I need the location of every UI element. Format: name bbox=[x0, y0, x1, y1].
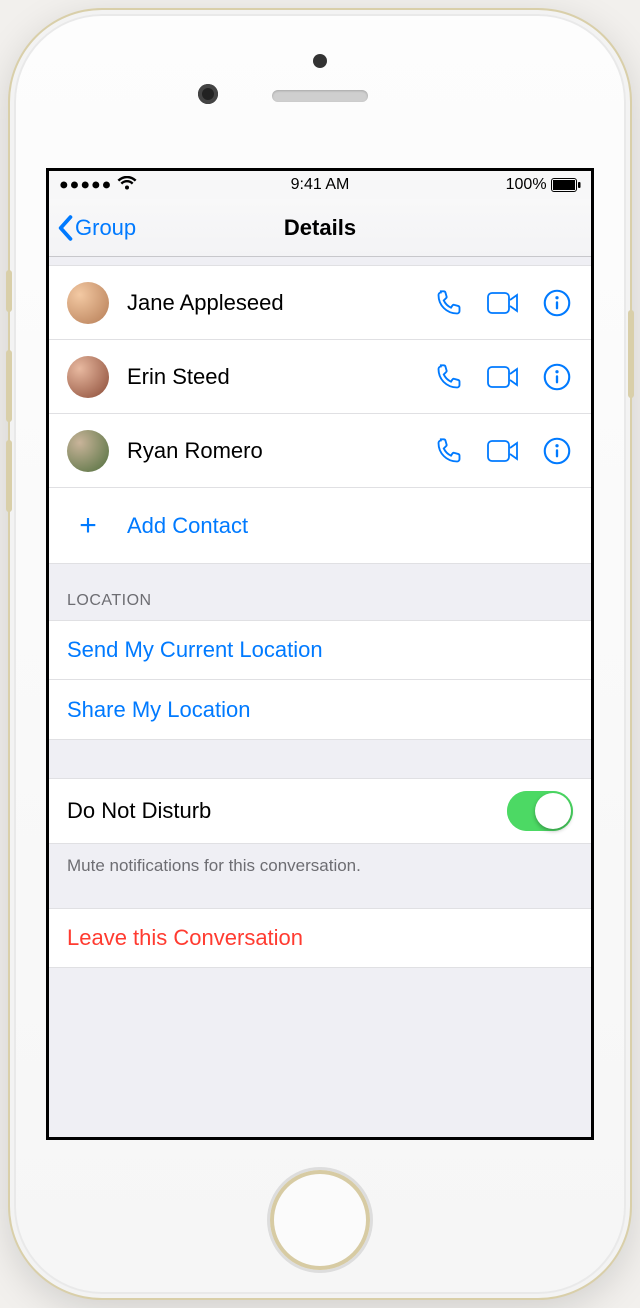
front-camera bbox=[198, 84, 218, 104]
avatar bbox=[67, 430, 109, 472]
leave-conversation-label: Leave this Conversation bbox=[67, 925, 303, 951]
video-icon[interactable] bbox=[487, 361, 519, 393]
add-contact-label: Add Contact bbox=[127, 513, 248, 539]
contact-row[interactable]: Jane Appleseed bbox=[49, 266, 591, 340]
contact-row[interactable]: Erin Steed bbox=[49, 340, 591, 414]
send-current-location-label: Send My Current Location bbox=[67, 637, 323, 663]
power-button bbox=[628, 310, 634, 398]
back-label: Group bbox=[75, 215, 136, 241]
screen: ●●●●● 9:41 AM 100% Group Details bbox=[46, 168, 594, 1140]
back-button[interactable]: Group bbox=[57, 215, 136, 241]
add-contact-button[interactable]: + Add Contact bbox=[49, 488, 591, 564]
share-my-location-button[interactable]: Share My Location bbox=[49, 680, 591, 740]
phone-frame: ●●●●● 9:41 AM 100% Group Details bbox=[10, 10, 630, 1298]
plus-icon: + bbox=[67, 509, 109, 543]
phone-icon[interactable] bbox=[433, 287, 465, 319]
avatar bbox=[67, 356, 109, 398]
avatar bbox=[67, 282, 109, 324]
contact-row[interactable]: Ryan Romero bbox=[49, 414, 591, 488]
navbar: Group Details bbox=[49, 199, 591, 257]
phone-icon[interactable] bbox=[433, 361, 465, 393]
info-icon[interactable] bbox=[541, 361, 573, 393]
do-not-disturb-label: Do Not Disturb bbox=[67, 798, 211, 824]
chevron-left-icon bbox=[57, 215, 73, 241]
earpiece-speaker bbox=[272, 90, 368, 102]
mute-switch bbox=[6, 270, 12, 312]
home-button[interactable] bbox=[270, 1170, 370, 1270]
proximity-sensor bbox=[313, 54, 327, 68]
send-current-location-button[interactable]: Send My Current Location bbox=[49, 620, 591, 680]
contacts-group: Jane Appleseed Erin Steed Ryan Romer bbox=[49, 265, 591, 564]
volume-down bbox=[6, 440, 12, 512]
do-not-disturb-toggle[interactable] bbox=[507, 791, 573, 831]
do-not-disturb-note: Mute notifications for this conversation… bbox=[49, 844, 591, 888]
status-time: 9:41 AM bbox=[49, 176, 591, 194]
leave-conversation-button[interactable]: Leave this Conversation bbox=[49, 908, 591, 968]
location-header: LOCATION bbox=[49, 564, 591, 620]
do-not-disturb-row: Do Not Disturb bbox=[49, 778, 591, 844]
share-my-location-label: Share My Location bbox=[67, 697, 250, 723]
contact-name: Jane Appleseed bbox=[127, 290, 433, 316]
status-bar: ●●●●● 9:41 AM 100% bbox=[49, 171, 591, 199]
video-icon[interactable] bbox=[487, 435, 519, 467]
video-icon[interactable] bbox=[487, 287, 519, 319]
phone-icon[interactable] bbox=[433, 435, 465, 467]
contact-name: Ryan Romero bbox=[127, 438, 433, 464]
info-icon[interactable] bbox=[541, 435, 573, 467]
page-title: Details bbox=[284, 215, 356, 241]
toggle-knob bbox=[535, 793, 571, 829]
info-icon[interactable] bbox=[541, 287, 573, 319]
contact-name: Erin Steed bbox=[127, 364, 433, 390]
volume-up bbox=[6, 350, 12, 422]
